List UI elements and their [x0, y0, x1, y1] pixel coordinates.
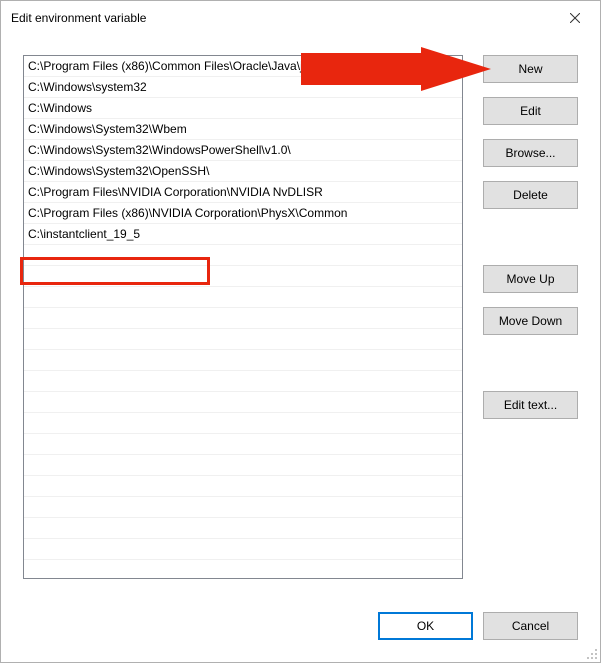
list-item[interactable]: C:\Program Files (x86)\NVIDIA Corporatio…	[24, 203, 462, 224]
list-item-empty[interactable]: .	[24, 371, 462, 392]
delete-button[interactable]: Delete	[483, 181, 578, 209]
list-item[interactable]: C:\Program Files (x86)\Common Files\Orac…	[24, 56, 462, 77]
list-item-empty[interactable]: .	[24, 476, 462, 497]
list-item-empty[interactable]: .	[24, 539, 462, 560]
list-item[interactable]: C:\Windows	[24, 98, 462, 119]
list-item-empty[interactable]: .	[24, 413, 462, 434]
list-item[interactable]: C:\Program Files\NVIDIA Corporation\NVID…	[24, 182, 462, 203]
titlebar: Edit environment variable	[1, 1, 600, 35]
list-item[interactable]: C:\Windows\System32\Wbem	[24, 119, 462, 140]
list-item[interactable]: C:\Windows\system32	[24, 77, 462, 98]
list-item[interactable]: C:\Windows\System32\OpenSSH\	[24, 161, 462, 182]
list-item-empty[interactable]: .	[24, 308, 462, 329]
window-title: Edit environment variable	[11, 11, 552, 25]
button-column: New Edit Browse... Delete Move Up Move D…	[483, 55, 578, 419]
move-down-button[interactable]: Move Down	[483, 307, 578, 335]
list-item-empty[interactable]: .	[24, 518, 462, 539]
close-button[interactable]	[552, 3, 598, 33]
ok-button[interactable]: OK	[378, 612, 473, 640]
dialog-window: Edit environment variable C:\Program Fil…	[0, 0, 601, 663]
list-item[interactable]: C:\Windows\System32\WindowsPowerShell\v1…	[24, 140, 462, 161]
list-item-empty[interactable]: .	[24, 392, 462, 413]
new-button[interactable]: New	[483, 55, 578, 83]
cancel-button[interactable]: Cancel	[483, 612, 578, 640]
close-icon	[570, 13, 580, 23]
resize-grip-icon[interactable]	[586, 648, 598, 660]
list-item-empty[interactable]: .	[24, 287, 462, 308]
list-item-empty[interactable]: .	[24, 266, 462, 287]
footer-buttons: OK Cancel	[378, 612, 578, 640]
list-item-empty[interactable]: .	[24, 434, 462, 455]
content-area: C:\Program Files (x86)\Common Files\Orac…	[23, 55, 578, 640]
list-item-empty[interactable]: .	[24, 329, 462, 350]
path-listbox[interactable]: C:\Program Files (x86)\Common Files\Orac…	[23, 55, 463, 579]
list-item[interactable]: C:\instantclient_19_5	[24, 224, 462, 245]
list-item-empty[interactable]: .	[24, 245, 462, 266]
list-item-empty[interactable]: .	[24, 350, 462, 371]
browse-button[interactable]: Browse...	[483, 139, 578, 167]
edit-text-button[interactable]: Edit text...	[483, 391, 578, 419]
list-item-empty[interactable]: .	[24, 497, 462, 518]
list-item-empty[interactable]: .	[24, 455, 462, 476]
edit-button[interactable]: Edit	[483, 97, 578, 125]
move-up-button[interactable]: Move Up	[483, 265, 578, 293]
